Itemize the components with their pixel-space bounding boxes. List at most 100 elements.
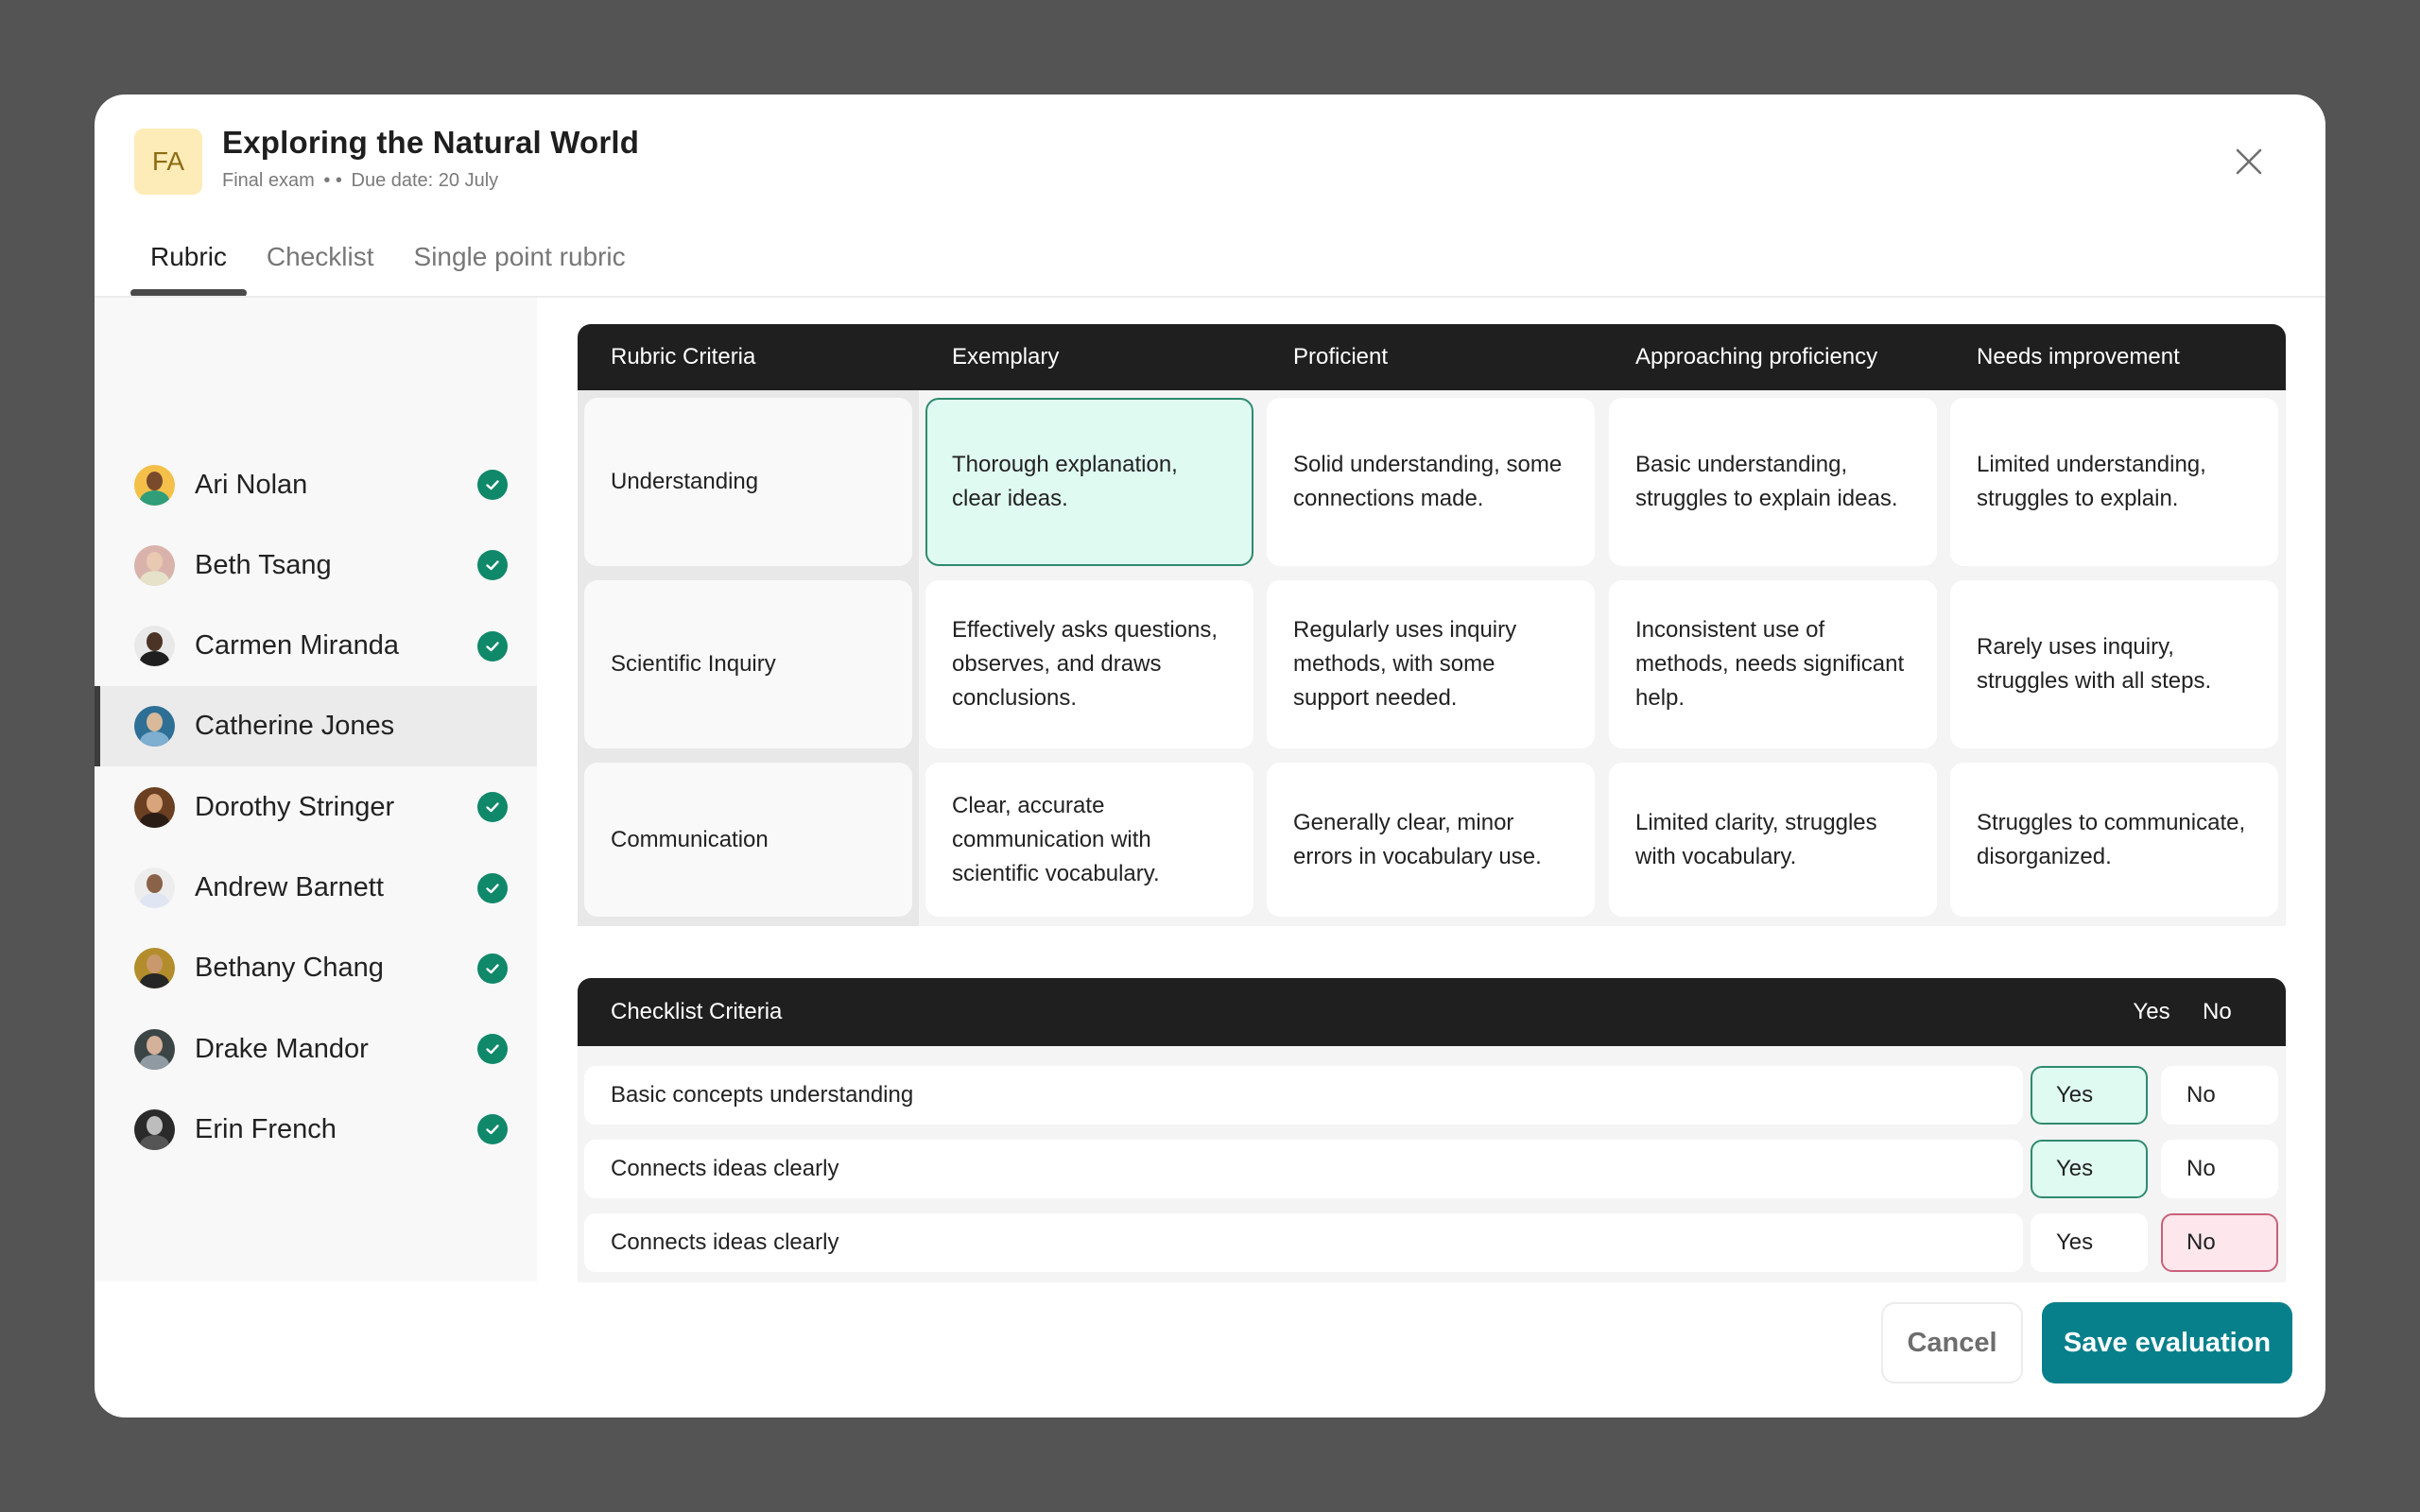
rubric-level-cell[interactable]: Generally clear, minor errors in vocabul… <box>1267 763 1595 917</box>
avatar-figure-body <box>140 651 169 667</box>
avatar <box>134 544 175 586</box>
avatar-figure-body <box>140 973 169 989</box>
avatar <box>134 706 175 747</box>
avatar-figure-head <box>147 713 163 732</box>
rubric-level-cell[interactable]: Rarely uses inquiry, struggles with all … <box>1950 580 2278 748</box>
student-name: Catherine Jones <box>195 711 395 742</box>
checklist-yes-option[interactable]: Yes <box>2031 1213 2148 1272</box>
rubric-header-exemplary: Exemplary <box>952 344 1060 369</box>
avatar <box>134 626 175 667</box>
student-name: Andrew Barnett <box>195 872 384 902</box>
student-list: Ari Nolan Beth Tsang Carmen Miranda Catheri… <box>95 298 537 1281</box>
student-list-item[interactable]: Bethany Chang <box>95 928 537 1008</box>
student-list-item[interactable]: Beth Tsang <box>95 525 537 606</box>
rubric-criterion: Scientific Inquiry <box>584 580 912 748</box>
checklist-no-option[interactable]: No <box>2161 1066 2278 1125</box>
avatar-figure-body <box>140 1054 169 1070</box>
avatar-figure-body <box>140 812 169 828</box>
check-circle-icon <box>477 470 508 500</box>
avatar-figure-head <box>147 1115 163 1135</box>
checklist-no-option[interactable]: No <box>2161 1140 2278 1198</box>
avatar-figure-head <box>147 793 163 813</box>
avatar <box>134 948 175 989</box>
rubric-level-cell[interactable]: Struggles to communicate, disorganized. <box>1950 763 2278 917</box>
avatar-figure-body <box>140 490 169 506</box>
rubric-criterion: Understanding <box>584 398 912 566</box>
rubric-level-cell[interactable]: Inconsistent use of methods, needs signi… <box>1609 580 1937 748</box>
student-list-item[interactable]: Dorothy Stringer <box>95 767 537 848</box>
student-list-item[interactable]: Ari Nolan <box>95 445 537 525</box>
check-circle-icon <box>477 872 508 903</box>
avatar-figure-body <box>140 731 169 747</box>
avatar-figure-body <box>140 570 169 586</box>
student-name: Dorothy Stringer <box>195 791 395 822</box>
checklist-table: Checklist Criteria Yes No Basic concepts… <box>578 978 2286 1282</box>
page-title: Exploring the Natural World <box>222 125 640 160</box>
checklist-criterion: Basic concepts understanding <box>584 1066 2023 1125</box>
check-circle-icon <box>477 792 508 823</box>
rubric-level-cell[interactable]: Basic understanding, struggles to explai… <box>1609 398 1937 566</box>
checklist-header-no: No <box>2203 999 2232 1024</box>
avatar-figure-head <box>147 954 163 974</box>
rubric-header-needs-improvement: Needs improvement <box>1977 344 2180 369</box>
rubric-header-criteria: Rubric Criteria <box>611 344 756 369</box>
check-circle-icon <box>477 1034 508 1065</box>
rubric-level-cell[interactable]: Limited understanding, struggles to expl… <box>1950 398 2278 566</box>
check-circle-icon <box>477 953 508 984</box>
avatar <box>134 786 175 828</box>
checklist-criterion: Connects ideas clearly <box>584 1140 2023 1198</box>
checklist-body: Basic concepts understanding Yes No Connect… <box>578 1046 2286 1282</box>
check-circle-icon <box>477 1114 508 1145</box>
cancel-button[interactable]: Cancel <box>1881 1302 2023 1383</box>
avatar <box>134 1028 175 1070</box>
rubric-level-cell[interactable]: Regularly uses inquiry methods, with som… <box>1267 580 1595 748</box>
student-name: Drake Mandor <box>195 1033 369 1064</box>
student-name: Beth Tsang <box>195 549 332 580</box>
checklist-yes-option[interactable]: Yes <box>2031 1140 2148 1198</box>
avatar <box>134 868 175 908</box>
save-evaluation-button[interactable]: Save evaluation <box>2042 1302 2292 1383</box>
rubric-table: Rubric Criteria Exemplary Proficient App… <box>578 324 2286 926</box>
rubric-level-cell[interactable]: Solid understanding, some connections ma… <box>1267 398 1595 566</box>
checklist-header-yes: Yes <box>2133 999 2170 1024</box>
evaluation-modal: FA Exploring the Natural World Final exa… <box>95 94 2325 1418</box>
student-list-item[interactable]: Erin French <box>95 1090 537 1170</box>
avatar-figure-head <box>147 1035 163 1055</box>
tab-rubric[interactable]: Rubric <box>130 231 247 297</box>
student-list-item[interactable]: Andrew Barnett <box>95 848 537 928</box>
checklist-header: Checklist Criteria Yes No <box>578 978 2286 1046</box>
student-list-item[interactable]: Carmen Miranda <box>95 606 537 686</box>
avatar-figure-head <box>147 632 163 652</box>
assignment-subtitle: Final exam • • Due date: 20 July <box>222 170 498 192</box>
student-list-item[interactable]: Catherine Jones <box>95 686 537 767</box>
student-name: Carmen Miranda <box>195 630 399 662</box>
rubric-level-cell[interactable]: Thorough explanation, clear ideas. <box>925 398 1253 566</box>
student-name: Bethany Chang <box>195 953 384 984</box>
rubric-header-approaching: Approaching proficiency <box>1635 344 1878 369</box>
rubric-level-cell[interactable]: Effectively asks questions, observes, an… <box>925 580 1253 748</box>
student-list-item[interactable]: Drake Mandor <box>95 1009 537 1090</box>
close-icon <box>2236 148 2262 175</box>
checklist-no-option[interactable]: No <box>2161 1213 2278 1272</box>
check-circle-icon <box>477 550 508 581</box>
assignment-type: Final exam <box>222 170 315 191</box>
rubric-level-cell[interactable]: Clear, accurate communication with scien… <box>925 763 1253 917</box>
check-circle-icon <box>477 630 508 662</box>
avatar-figure-head <box>147 551 163 571</box>
tab-bar: Rubric Checklist Single point rubric <box>130 231 646 297</box>
subtitle-separator: • • <box>323 170 342 191</box>
rubric-header-proficient: Proficient <box>1293 344 1389 369</box>
checklist-criterion: Connects ideas clearly <box>584 1213 2023 1272</box>
avatar <box>134 464 175 506</box>
tab-single-point-rubric[interactable]: Single point rubric <box>394 231 646 297</box>
checklist-yes-option[interactable]: Yes <box>2031 1066 2148 1125</box>
avatar-figure-body <box>140 893 169 908</box>
due-date: Due date: 20 July <box>351 170 499 191</box>
close-button[interactable] <box>2233 146 2265 178</box>
avatar-figure-head <box>147 874 163 893</box>
rubric-level-cell[interactable]: Limited clarity, struggles with vocabula… <box>1609 763 1937 917</box>
checklist-header-criteria: Checklist Criteria <box>611 999 783 1024</box>
rubric-header: Rubric Criteria Exemplary Proficient App… <box>578 324 2286 390</box>
avatar-figure-head <box>147 471 163 490</box>
tab-checklist[interactable]: Checklist <box>247 231 394 297</box>
